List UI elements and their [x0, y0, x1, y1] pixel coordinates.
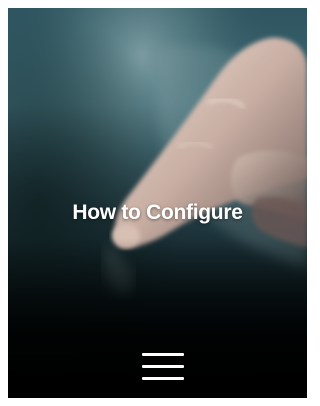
hamburger-menu-icon[interactable] — [140, 350, 186, 386]
menu-bar-bottom — [142, 377, 184, 380]
menu-bar-top — [142, 353, 184, 356]
page-title: How to Configure — [72, 201, 243, 224]
hero-banner: How to Configure — [8, 8, 307, 398]
menu-bar-middle — [142, 365, 184, 368]
